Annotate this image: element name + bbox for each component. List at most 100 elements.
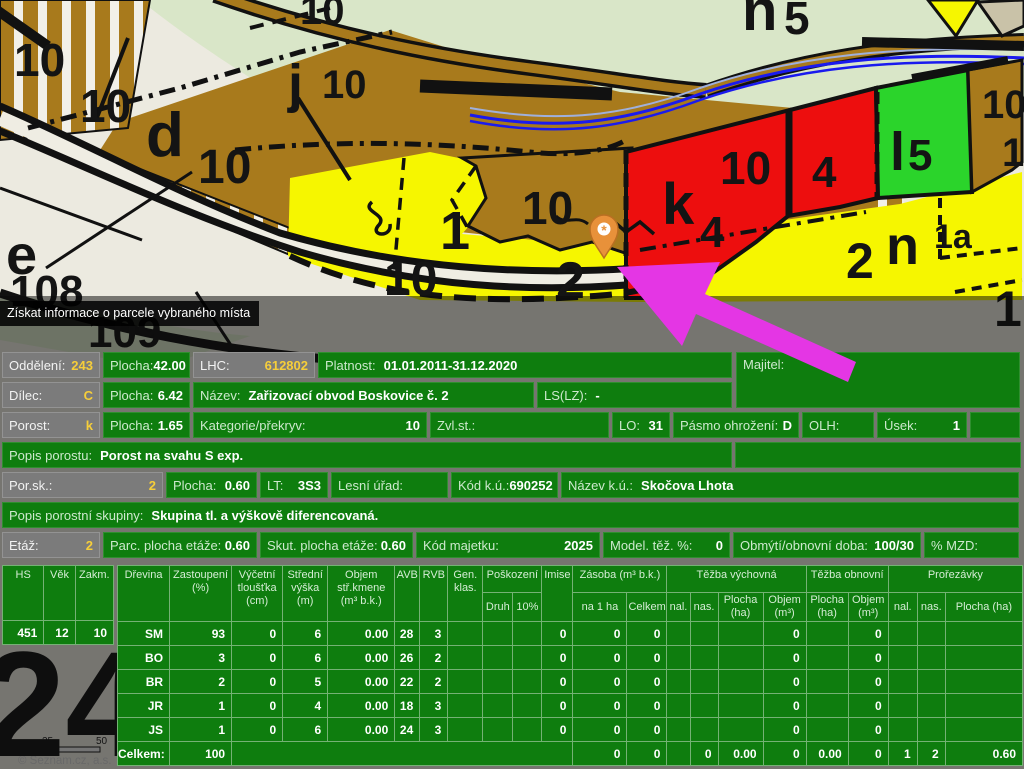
- table-cell: [448, 694, 483, 718]
- table-cell: 0: [627, 646, 667, 670]
- table-cell: [232, 742, 573, 766]
- map-label: 10: [522, 182, 573, 234]
- info-value: 0.60: [225, 478, 250, 493]
- column-header: Věk: [44, 566, 75, 621]
- info-label: Parc. plocha etáže:: [110, 538, 221, 553]
- info-value: Zařizovací obvod Boskovice č. 2: [248, 388, 448, 403]
- table-cell: 5: [283, 670, 328, 694]
- table-cell: [806, 694, 848, 718]
- field-spacer-1: [970, 412, 1020, 438]
- table-cell: 0: [573, 718, 627, 742]
- hs-vek-zakm-table: HSVěkZakm.4511210: [2, 565, 114, 645]
- table-cell: [888, 718, 917, 742]
- table-cell: [718, 718, 763, 742]
- info-value: 100/30: [874, 538, 914, 553]
- table-cell: [888, 622, 917, 646]
- info-value: 690252: [509, 478, 552, 493]
- field-popis-porostu: Popis porostu:Porost na svahu S exp.: [2, 442, 732, 468]
- table-cell: [718, 622, 763, 646]
- info-value: 2: [86, 538, 93, 553]
- table-cell: 0: [848, 670, 888, 694]
- field-lslz: LS(LZ):-: [537, 382, 732, 408]
- info-label: Plocha:: [110, 388, 153, 403]
- field-plocha-porost: Plocha: 1.65: [103, 412, 190, 438]
- table-cell: 2: [170, 670, 232, 694]
- table-cell: [483, 694, 513, 718]
- table-cell: BO: [118, 646, 170, 670]
- column-subheader: na 1 ha: [573, 593, 627, 622]
- table-cell: 1: [888, 742, 917, 766]
- table-cell: [513, 646, 542, 670]
- column-subheader: nas.: [917, 593, 945, 622]
- info-label: Plocha:: [110, 418, 153, 433]
- map-label: 10: [198, 141, 251, 194]
- table-cell: [917, 622, 945, 646]
- field-plocha-oddeleni: Plocha:42.00: [103, 352, 190, 378]
- table-cell: 0: [848, 646, 888, 670]
- map-label: 10: [14, 34, 65, 86]
- info-value: 1: [953, 418, 960, 433]
- table-cell: 0: [542, 670, 573, 694]
- table-cell: 0: [763, 646, 806, 670]
- table-cell: 0: [848, 694, 888, 718]
- info-value: 612802: [265, 358, 308, 373]
- table-cell: 0: [573, 694, 627, 718]
- info-value: 1.65: [158, 418, 183, 433]
- table-cell: 0: [542, 718, 573, 742]
- info-value: 31: [649, 418, 663, 433]
- table-cell: [513, 694, 542, 718]
- column-subheader: nal.: [888, 593, 917, 622]
- table-cell: [690, 694, 718, 718]
- info-label: Zvl.st.:: [437, 418, 475, 433]
- field-model-tez: Model. těž. %:0: [603, 532, 730, 558]
- field-dilec: Dílec:C: [2, 382, 100, 408]
- field-oddeleni: Oddělení:243: [2, 352, 100, 378]
- table-cell: [806, 670, 848, 694]
- species-row: JS1060.0024300000: [118, 718, 1023, 742]
- table-cell: 0: [542, 622, 573, 646]
- table-cell: [888, 670, 917, 694]
- table-cell: 24: [395, 718, 420, 742]
- table-cell: [690, 622, 718, 646]
- column-subheader: Plocha (ha): [718, 593, 763, 622]
- info-label: Plocha:: [110, 358, 153, 373]
- info-value: 6.42: [158, 388, 183, 403]
- table-cell: [483, 718, 513, 742]
- info-label: LO:: [619, 418, 640, 433]
- map-label: n: [886, 216, 919, 276]
- table-cell: 0: [232, 622, 283, 646]
- table-cell: 93: [170, 622, 232, 646]
- map-label: 5: [908, 131, 932, 180]
- drevina-table: DřevinaZastoupení (%)Výčetní tloušťka (c…: [117, 565, 1023, 766]
- table-cell: [667, 694, 690, 718]
- field-nazev: Název: Zařizovací obvod Boskovice č. 2: [193, 382, 534, 408]
- field-obmyti: Obmýtí/obnovní doba:100/30: [733, 532, 921, 558]
- table-cell: 2: [917, 742, 945, 766]
- table-cell: BR: [118, 670, 170, 694]
- table-cell: 3: [170, 646, 232, 670]
- info-label: Název:: [200, 388, 240, 403]
- info-label: % MZD:: [931, 538, 978, 553]
- info-value: Skočova Lhota: [641, 478, 733, 493]
- map-label: 1: [1002, 131, 1024, 175]
- info-row: Etáž:2Parc. plocha etáže:0.60Skut. ploch…: [2, 532, 1019, 558]
- map-label: 4: [700, 208, 725, 257]
- table-cell: 28: [395, 622, 420, 646]
- info-label: Lesní úřad:: [338, 478, 403, 493]
- table-cell: [483, 622, 513, 646]
- info-label: LS(LZ):: [544, 388, 587, 403]
- map-label: 10: [982, 83, 1024, 127]
- table-cell: 0: [848, 718, 888, 742]
- table-cell: 2: [420, 670, 448, 694]
- info-row: Oddělení:243Plocha:42.00LHC:612802Platno…: [2, 352, 732, 378]
- info-label: Popis porostní skupiny:: [9, 508, 143, 523]
- field-plocha-dilec: Plocha: 6.42: [103, 382, 190, 408]
- table-cell: Celkem:: [118, 742, 170, 766]
- column-header: Zastoupení (%): [170, 566, 232, 622]
- info-value: 0.60: [225, 538, 250, 553]
- column-header: Zakm.: [75, 566, 113, 621]
- table-cell: 0: [573, 670, 627, 694]
- column-header: Střední výška (m): [283, 566, 328, 622]
- table-cell: 0: [542, 646, 573, 670]
- info-label: Majitel:: [743, 357, 784, 372]
